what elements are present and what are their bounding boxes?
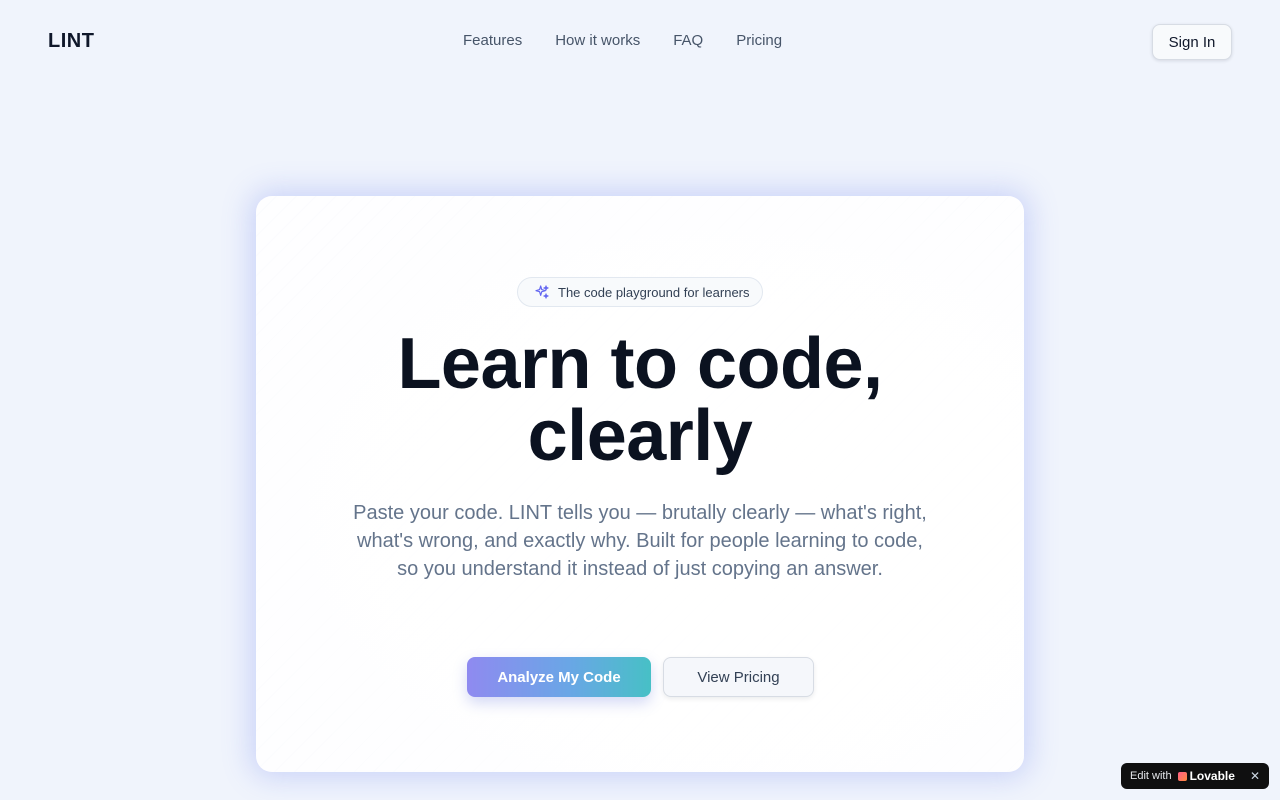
nav-link-faq[interactable]: FAQ [673,32,703,49]
close-icon[interactable]: ✕ [1250,769,1260,783]
nav-links: Features How it works FAQ Pricing [463,32,782,49]
hero-headline: Learn to code, clearly [256,328,1024,472]
top-nav: LINT Features How it works FAQ Pricing S… [0,0,1280,84]
tagline-badge-text: The code playground for learners [558,284,750,300]
lovable-badge-prefix: Edit with [1130,770,1172,782]
sparkles-icon [535,285,549,299]
view-pricing-button[interactable]: View Pricing [663,657,814,697]
hero-headline-line-2: clearly [527,396,753,476]
lovable-brand-label: Lovable [1189,769,1235,783]
hero-card: The code playground for learners Learn t… [256,196,1024,772]
sign-in-button[interactable]: Sign In [1152,24,1232,60]
analyze-my-code-button[interactable]: Analyze My Code [467,657,651,697]
lovable-logo-icon [1177,771,1187,781]
nav-link-how-it-works[interactable]: How it works [555,32,640,49]
edit-with-lovable-badge[interactable]: Edit with Lovable ✕ [1121,763,1269,789]
hero-headline-line-1: Learn to code, [397,324,883,404]
lovable-brand: Lovable [1177,769,1235,783]
logo[interactable]: LINT [48,30,94,53]
hero-subtext: Paste your code. LINT tells you — brutal… [353,502,927,580]
tagline-badge: The code playground for learners [517,277,763,307]
nav-link-pricing[interactable]: Pricing [736,32,782,49]
nav-link-features[interactable]: Features [463,32,522,49]
